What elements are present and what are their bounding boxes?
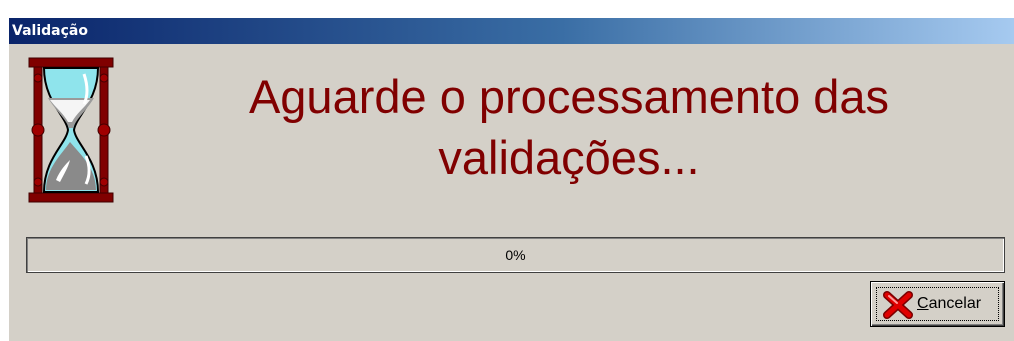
cancel-button-label: Cancelar bbox=[917, 295, 981, 313]
cancel-button[interactable]: Cancelar bbox=[870, 281, 1005, 327]
hourglass-icon bbox=[28, 57, 114, 203]
status-message-line-1: Aguarde o processamento das bbox=[248, 70, 890, 123]
progress-bar: 0% bbox=[26, 237, 1005, 273]
progress-label: 0% bbox=[505, 247, 526, 263]
red-x-icon bbox=[883, 291, 913, 319]
status-message-line-2: validações... bbox=[438, 131, 700, 184]
title-bar[interactable]: Validação bbox=[9, 18, 1014, 44]
window-title: Validação bbox=[12, 23, 88, 39]
cancel-label-rest: ancelar bbox=[928, 295, 982, 312]
status-message: Aguarde o processamento das validações..… bbox=[159, 66, 979, 188]
cancel-mnemonic: C bbox=[917, 295, 929, 312]
validation-dialog: Validação Aguarde o processamento das va… bbox=[8, 18, 1014, 341]
